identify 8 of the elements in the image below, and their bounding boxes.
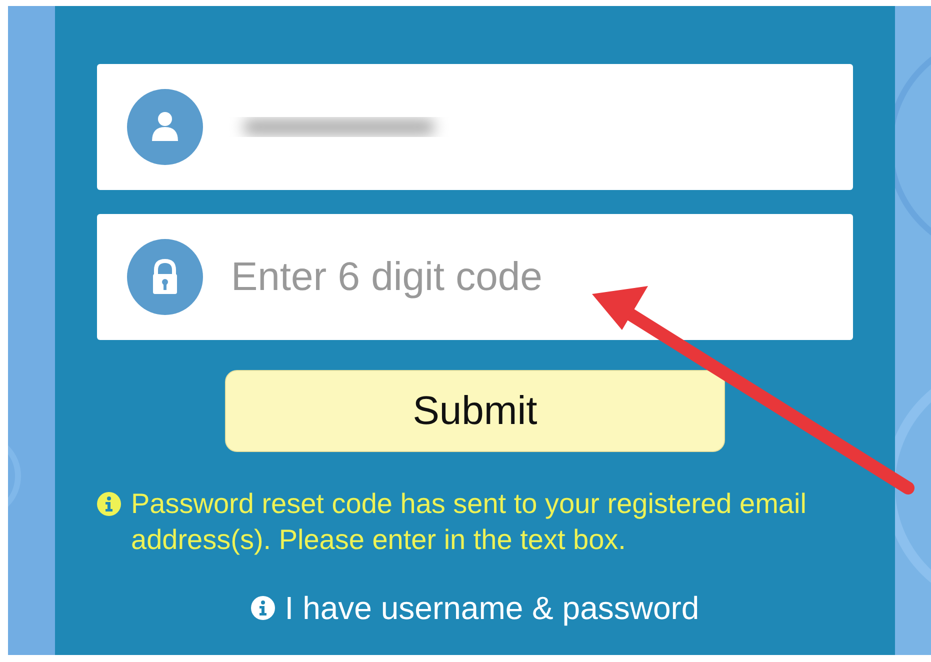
code-field[interactable]: Enter 6 digit code bbox=[97, 214, 853, 340]
code-input-field[interactable]: Enter 6 digit code bbox=[229, 246, 789, 308]
user-icon bbox=[127, 89, 203, 165]
username-password-link[interactable]: I have username & password bbox=[284, 584, 700, 632]
submit-button[interactable]: Submit bbox=[225, 370, 725, 452]
username-field[interactable] bbox=[97, 64, 853, 190]
info-message: Password reset code has sent to your registered email address(s). Please enter in the text box. bbox=[131, 487, 808, 557]
lock-icon bbox=[127, 239, 203, 315]
